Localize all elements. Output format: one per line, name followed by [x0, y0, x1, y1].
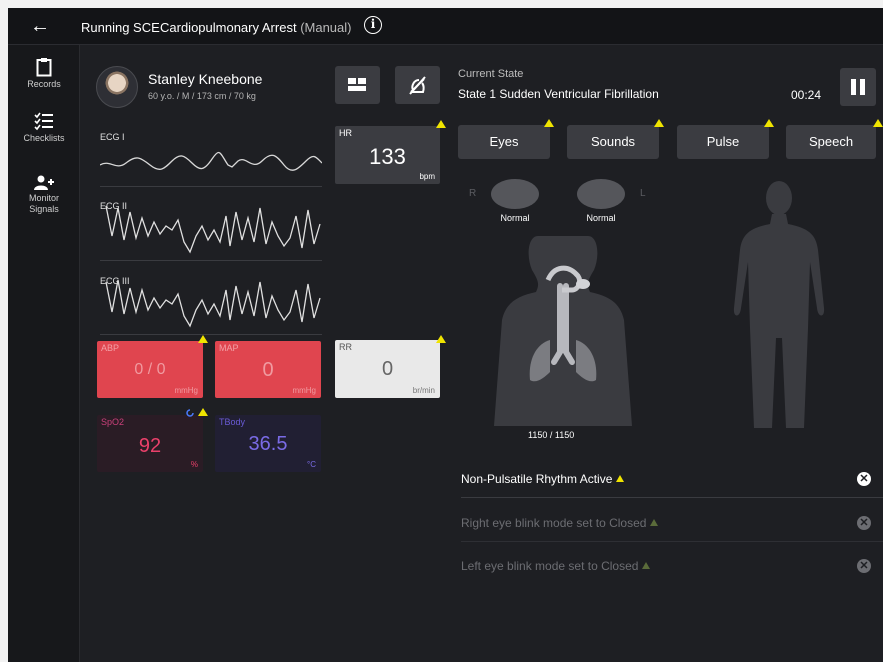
map-tile[interactable]: MAP 0 mmHg: [215, 341, 321, 398]
tbody-tile[interactable]: TBody 36.5 °C: [215, 415, 321, 472]
warning-icon: [642, 562, 651, 569]
alert-left-eye: Left eye blink mode set to Closed ✕: [461, 549, 883, 585]
current-state-label: Current State: [458, 68, 524, 80]
warning-icon: [654, 119, 664, 127]
person-plus-icon: [34, 175, 54, 190]
tab-pulse[interactable]: Pulse: [677, 125, 769, 159]
app-window: ← Running SCE Cardiopulmonary Arrest (Ma…: [8, 8, 883, 662]
left-eye[interactable]: [577, 179, 625, 209]
arrow-left-icon[interactable]: ←: [30, 16, 50, 36]
patient-avatar: [96, 66, 138, 108]
refresh-icon: [186, 409, 194, 417]
current-state-value: State 1 Sudden Ventricular Fibrillation: [458, 87, 659, 101]
abp-value: 0 / 0: [134, 361, 166, 378]
scenario-title: Cardiopulmonary Arrest (Manual): [160, 20, 351, 35]
mute-alarms-button[interactable]: [395, 66, 440, 104]
eye-side-left: L: [640, 188, 646, 199]
hr-tile[interactable]: HR 133 bpm: [335, 126, 440, 184]
rr-unit: br/min: [412, 386, 435, 395]
layout-button[interactable]: [335, 66, 380, 104]
ecg-lead-2-trace: [105, 205, 321, 254]
ecg-lead-1-trace: [100, 151, 322, 171]
tbody-label: TBody: [219, 417, 246, 427]
warning-icon: [873, 119, 883, 127]
right-eye[interactable]: [491, 179, 539, 209]
scenario-mode: (Manual): [300, 20, 352, 35]
map-unit: mmHg: [292, 386, 316, 395]
alert-text-label: Left eye blink mode set to Closed: [461, 559, 639, 573]
ecg-divider: [100, 334, 322, 335]
pause-button[interactable]: [840, 68, 876, 106]
patient-name: Stanley Kneebone: [148, 71, 263, 87]
pause-icon: [851, 79, 856, 95]
spo2-tile[interactable]: SpO2 92 %: [97, 415, 203, 472]
spo2-unit: %: [190, 460, 198, 469]
checklist-icon: [34, 112, 53, 131]
spo2-value: 92: [138, 435, 162, 457]
rr-value: 0: [381, 358, 394, 380]
tab-speech[interactable]: Speech: [786, 125, 876, 159]
warning-icon: [616, 475, 625, 482]
warning-icon: [198, 335, 208, 343]
right-eye-status: Normal: [500, 213, 530, 223]
tab-sounds[interactable]: Sounds: [567, 125, 659, 159]
abp-label: ABP: [101, 343, 120, 353]
state-timer: 00:24: [791, 88, 822, 102]
alert-text: Left eye blink mode set to Closed: [461, 559, 651, 573]
spo2-label: SpO2: [101, 417, 125, 427]
alert-text-label: Non-Pulsatile Rhythm Active: [461, 472, 613, 486]
nav-label-monitor-signals: Monitor Signals: [28, 193, 59, 214]
ventilation-readout: 1150 / 1150: [528, 430, 575, 440]
ecg-divider: [100, 186, 322, 187]
abp-tile[interactable]: ABP 0 / 0 mmHg: [97, 341, 203, 398]
left-eye-status: Normal: [586, 213, 616, 223]
title-running: Running SCE: [81, 20, 160, 35]
ecg-lead-3-trace: [105, 279, 321, 328]
nav-item-records[interactable]: Records: [8, 57, 80, 89]
abp-unit: mmHg: [174, 386, 198, 395]
map-value: 0: [262, 359, 274, 381]
alert-text: Non-Pulsatile Rhythm Active: [461, 472, 625, 486]
tbody-value: 36.5: [248, 433, 288, 455]
rr-tile[interactable]: RR 0 br/min: [335, 340, 440, 398]
warning-icon: [650, 519, 659, 526]
eye-side-right: R: [469, 188, 477, 199]
layout-icon: [348, 78, 366, 91]
nav-label-records: Records: [27, 79, 61, 89]
hr-label: HR: [339, 128, 352, 138]
info-icon[interactable]: i: [364, 16, 382, 34]
warning-icon: [764, 119, 774, 127]
alert-text: Right eye blink mode set to Closed: [461, 516, 659, 530]
dismiss-alert-button[interactable]: ✕: [857, 559, 871, 573]
ecg-divider: [100, 260, 322, 261]
nav-label-checklists: Checklists: [23, 133, 65, 143]
left-nav: Records Checklists Monitor Signals: [8, 45, 80, 662]
warning-icon: [436, 120, 446, 128]
hr-value: 133: [369, 144, 406, 169]
pause-icon: [860, 79, 865, 95]
clipboard-icon: [36, 58, 52, 77]
dismiss-alert-button[interactable]: ✕: [857, 516, 871, 530]
warning-icon: [436, 335, 446, 343]
dismiss-alert-button[interactable]: ✕: [857, 472, 871, 486]
body-diagram[interactable]: [724, 178, 834, 428]
torso-diagram[interactable]: [488, 236, 638, 426]
alert-right-eye: Right eye blink mode set to Closed ✕: [461, 506, 883, 542]
map-label: MAP: [219, 343, 239, 353]
warning-icon: [198, 408, 208, 416]
hr-unit: bpm: [419, 172, 435, 181]
tbody-unit: °C: [307, 460, 316, 469]
rr-label: RR: [339, 342, 352, 352]
warning-icon: [544, 119, 554, 127]
scenario-name: Cardiopulmonary Arrest: [160, 20, 297, 35]
alert-text-label: Right eye blink mode set to Closed: [461, 516, 647, 530]
patient-info: 60 y.o. / M / 173 cm / 70 kg: [148, 91, 256, 101]
alarm-off-icon: [409, 76, 426, 95]
nav-item-monitor-signals[interactable]: Monitor Signals: [8, 175, 80, 215]
nav-item-checklists[interactable]: Checklists: [8, 111, 80, 143]
top-bar: ← Running SCE Cardiopulmonary Arrest (Ma…: [8, 8, 883, 45]
alert-non-pulsatile: Non-Pulsatile Rhythm Active ✕: [461, 462, 883, 498]
tab-eyes[interactable]: Eyes: [458, 125, 550, 159]
